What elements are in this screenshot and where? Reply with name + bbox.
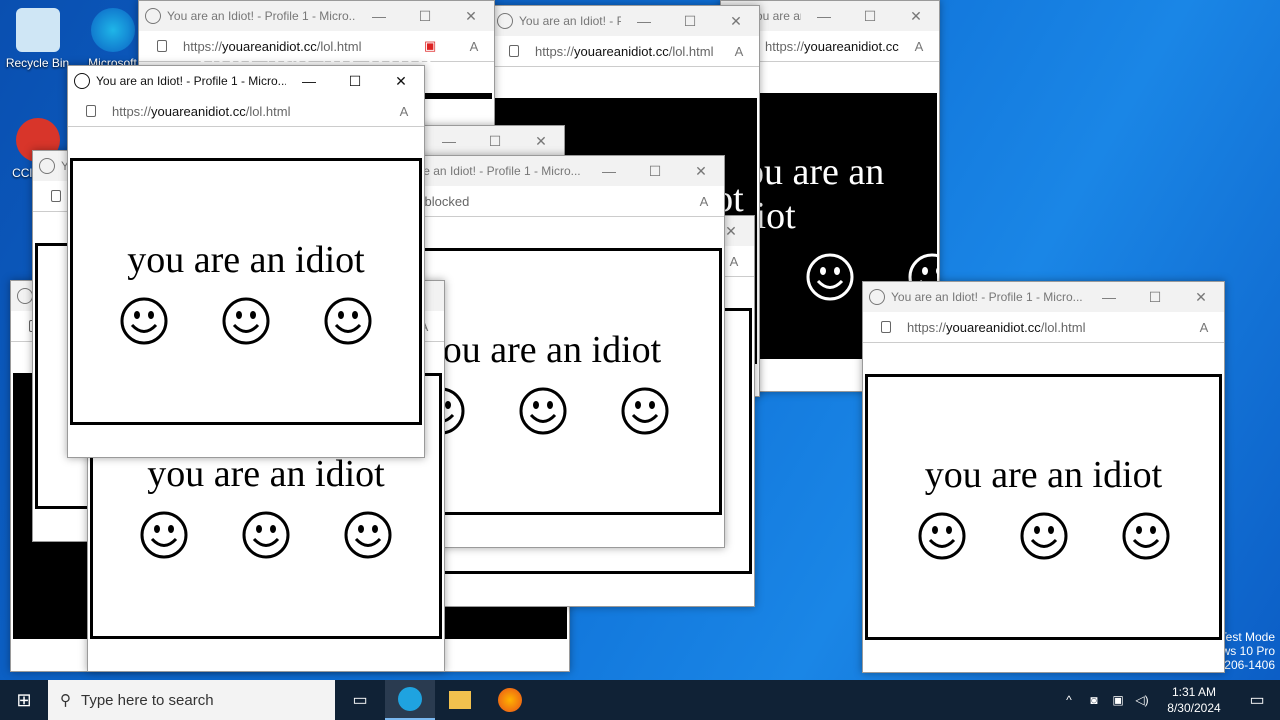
icon-label: Recycle Bin [5,56,70,70]
maximize-button[interactable]: ☐ [847,8,893,25]
lock-icon[interactable] [157,40,167,52]
maximize-button[interactable]: ☐ [632,163,678,180]
volume-icon[interactable]: ◁) [1130,693,1154,707]
minimize-button[interactable]: — [356,8,402,24]
minimize-button[interactable]: — [586,163,632,179]
maximize-button[interactable]: ☐ [332,73,378,90]
read-aloud-icon[interactable]: A [1184,320,1224,335]
idiot-text: you are an idiot [147,453,385,495]
recycle-bin-icon [15,8,60,52]
camera-icon[interactable]: ◙ [1082,693,1106,707]
idiot-text: you are an idiot [127,238,365,281]
window-title: You are an Idiot! - Profile 1 - Micro... [891,290,1083,304]
search-icon: ⚲ [60,692,71,709]
address-bar[interactable]: https://youareanidiot.cc/lol.html [765,39,899,54]
smiley-icon [222,297,270,344]
address-toolbar: https://youareanidiot.cc/lol.htmlA [68,96,424,127]
search-box[interactable]: ⚲ Type here to search [48,680,335,720]
address-bar[interactable]: https://youareanidiot.cc/lol.html [907,320,1184,335]
smiley-favicon-icon [145,8,161,24]
read-aloud-icon[interactable]: A [454,39,494,54]
page-content: you are an idiot [865,374,1222,640]
smiley-icon [344,511,392,559]
start-button[interactable]: ⊞ [0,690,48,711]
title-bar[interactable]: You are an Idiot! - Profile 1 - Micro...… [491,6,759,36]
browser-window[interactable]: You are an Idiot! - Profile 1 - Micro...… [67,65,425,458]
address-bar[interactable]: https://youareanidiot.cc/lol.html [112,104,384,119]
smileys [139,510,393,560]
search-placeholder: Type here to search [81,691,214,709]
window-title: You are an Idiot! - Profile 1 - Micro... [96,74,286,88]
window-title: You are an Idiot! - Profile 1 - Micro... [519,14,621,28]
taskbar-edge[interactable] [385,680,435,720]
smiley-icon [242,511,290,559]
read-aloud-icon[interactable]: A [684,194,724,209]
close-button[interactable]: ✕ [448,8,494,25]
smiley-favicon-icon [74,73,90,89]
title-bar[interactable]: You are an Idiot! - Profile 1 - Micro...… [139,1,494,31]
smiley-favicon-icon [497,13,513,29]
maximize-button[interactable]: ☐ [1132,289,1178,306]
close-button[interactable]: ✕ [713,13,759,30]
lock-icon[interactable] [86,105,96,117]
idiot-text: you are an idiot [924,454,1163,496]
folder-icon [449,691,471,709]
smiley-icon [918,512,965,560]
task-view-icon[interactable]: ▭ [335,690,385,710]
smiley-icon [1122,512,1169,560]
smiley-icon [806,253,854,301]
network-icon[interactable]: ▣ [1106,693,1130,707]
browser-window[interactable]: You are an Idiot! - Profile 1 - Micro...… [862,281,1225,673]
minimize-button[interactable]: — [286,73,332,89]
smiley-icon [140,511,188,559]
firefox-icon [498,688,522,712]
address-bar[interactable]: https://youareanidiot.cc/lol.html [535,44,719,59]
smileys [917,511,1171,561]
address-toolbar: https://youareanidiot.cc/lol.htmlA [863,312,1224,343]
minimize-button[interactable]: — [621,13,667,29]
smiley-icon [621,387,668,434]
close-button[interactable]: ✕ [893,8,939,25]
notifications-icon[interactable]: ▭ [1234,690,1280,710]
lock-icon[interactable] [881,321,891,333]
read-aloud-icon[interactable]: A [899,39,939,54]
title-bar[interactable]: You are an Idiot! - Profile 1 - Micro...… [68,66,424,96]
smiley-icon [519,387,566,434]
edge-icon [398,687,422,711]
close-button[interactable]: ✕ [678,163,724,180]
smiley-favicon-icon [869,289,885,305]
close-button[interactable]: ✕ [378,73,424,90]
chevron-up-icon[interactable]: ^ [1056,693,1082,707]
smileys [119,296,373,346]
address-toolbar: https://youareanidiot.cc/lol.htmlA [491,36,759,67]
taskbar-firefox[interactable] [485,688,535,712]
idiot-text: you are an idiot [423,328,662,371]
close-button[interactable]: ✕ [518,133,564,150]
minimize-button[interactable]: — [801,8,847,24]
minimize-button[interactable]: — [426,133,472,149]
taskbar-file-explorer[interactable] [435,691,485,709]
smiley-icon [120,297,168,344]
smiley-icon [1020,512,1067,560]
maximize-button[interactable]: ☐ [402,8,448,25]
taskbar: ⊞ ⚲ Type here to search ▭ ^ ◙ ▣ ◁) 1:31 A… [0,680,1280,720]
clock[interactable]: 1:31 AM 8/30/2024 [1154,684,1234,716]
smileys [416,386,670,436]
window-title: You are an Idiot! - Profile 1 - Micro... [167,9,356,23]
smiley-icon [324,297,372,344]
close-button[interactable]: ✕ [1178,289,1224,306]
maximize-button[interactable]: ☐ [472,133,518,150]
read-aloud-icon[interactable]: A [384,104,424,119]
maximize-button[interactable]: ☐ [667,13,713,30]
read-aloud-icon[interactable]: A [719,44,759,59]
page-content: you are an idiot [70,158,422,425]
lock-icon[interactable] [509,45,519,57]
smiley-favicon-icon [17,288,33,304]
title-bar[interactable]: You are an Idiot! - Profile 1 - Micro...… [863,282,1224,312]
desktop-icon-recycle-bin[interactable]: Recycle Bin [0,8,75,70]
smiley-favicon-icon [39,158,55,174]
lock-icon[interactable] [51,190,61,202]
minimize-button[interactable]: — [1086,289,1132,305]
edge-icon [90,8,135,52]
